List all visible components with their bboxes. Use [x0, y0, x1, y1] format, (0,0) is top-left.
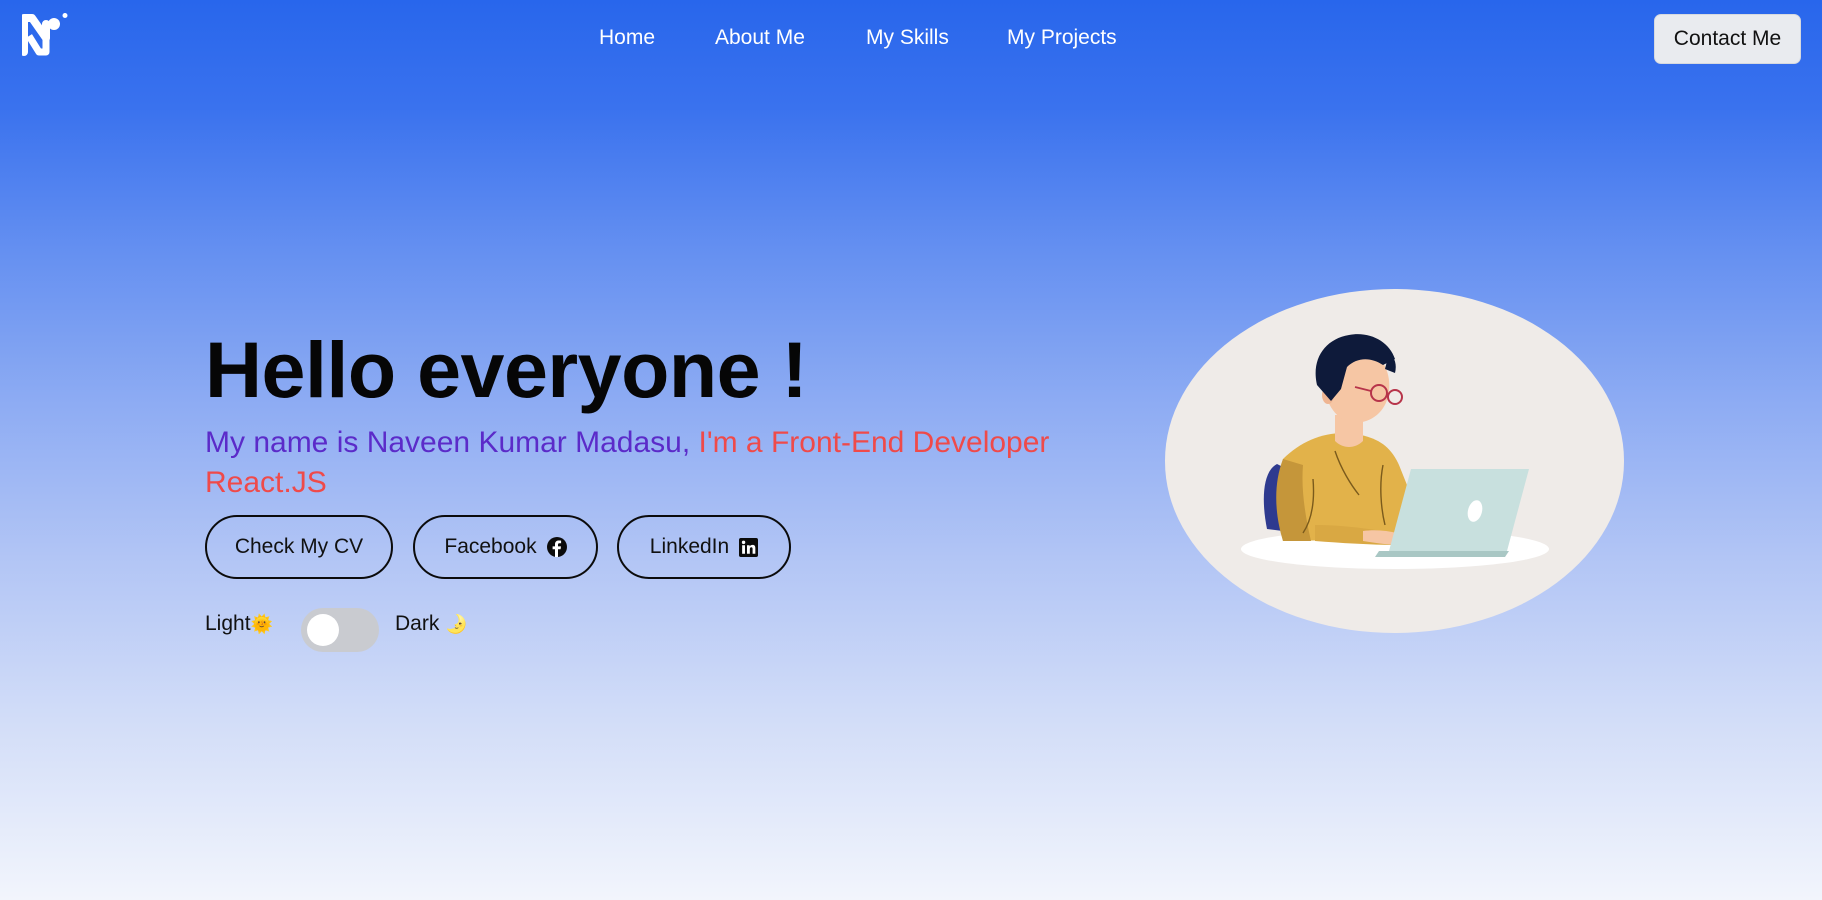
facebook-icon	[546, 537, 567, 557]
intro-text: My name is Naveen Kumar Madasu,	[205, 426, 691, 459]
linkedin-icon	[739, 537, 759, 557]
hero-text: Hello everyone ! My name is Naveen Kumar…	[205, 325, 1105, 503]
theme-toggle[interactable]	[301, 608, 379, 652]
nav-skills-link[interactable]: My Skills	[866, 26, 949, 50]
light-label-text: Light	[205, 612, 251, 635]
check-cv-button[interactable]: Check My CV	[205, 515, 393, 579]
sun-icon: 🌞	[250, 614, 273, 634]
theme-switcher: Light🌞 Dark 🌛	[205, 608, 505, 652]
linkedin-button[interactable]: LinkedIn	[617, 515, 791, 579]
top-navbar: Home About Me My Skills My Projects Cont…	[0, 0, 1822, 78]
nav-home-link[interactable]: Home	[599, 26, 655, 50]
main-nav: Home About Me My Skills My Projects	[0, 0, 1822, 78]
light-mode-label: Light🌞	[205, 612, 273, 636]
nav-about-link[interactable]: About Me	[715, 26, 805, 50]
dark-label-text: Dark	[395, 612, 440, 635]
developer-at-laptop-image	[1241, 334, 1549, 569]
check-cv-label: Check My CV	[234, 535, 364, 558]
nav-projects-link[interactable]: My Projects	[1007, 26, 1117, 50]
toggle-knob	[307, 614, 339, 646]
facebook-button[interactable]: Facebook	[413, 515, 598, 579]
contact-me-button[interactable]: Contact Me	[1654, 14, 1801, 64]
hero-headline: Hello everyone !	[205, 325, 808, 414]
dark-mode-label: Dark 🌛	[395, 612, 468, 636]
moon-icon: 🌛	[445, 614, 468, 634]
hero-subline: My name is Naveen Kumar Madasu, I'm a Fr…	[205, 423, 1095, 503]
facebook-label: Facebook	[444, 535, 537, 558]
linkedin-label: LinkedIn	[649, 535, 730, 558]
developer-illustration	[1165, 289, 1624, 633]
